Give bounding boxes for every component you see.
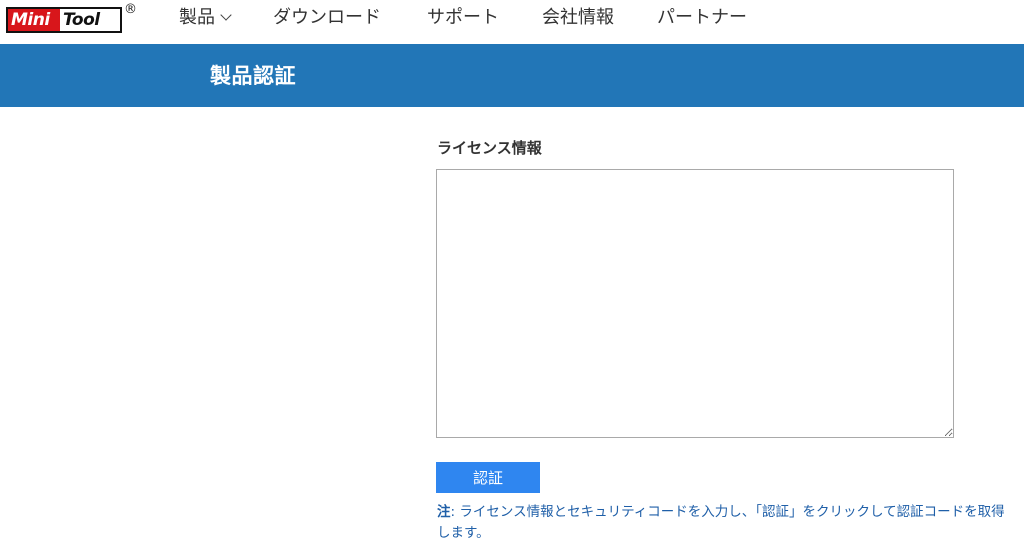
- nav-item-label: サポート: [427, 7, 499, 28]
- logo-mini-text: Mini: [8, 9, 60, 31]
- note-text: 注: ライセンス情報とセキュリティコードを入力し、「認証」をクリックして認証コー…: [437, 502, 1017, 544]
- nav-item-label: 会社情報: [542, 7, 614, 28]
- minitool-logo[interactable]: Mini Tool ®: [6, 2, 138, 33]
- registered-mark: ®: [124, 2, 137, 17]
- license-info-label: ライセンス情報: [437, 139, 542, 157]
- nav-item-label: 製品: [179, 7, 215, 28]
- license-info-textarea[interactable]: [436, 169, 954, 438]
- nav-item-company[interactable]: 会社情報: [542, 6, 614, 30]
- top-navigation: Mini Tool ® 製品 ダウンロード サポート 会社情報 パートナー: [0, 0, 1024, 44]
- authenticate-button[interactable]: 認証: [436, 462, 540, 493]
- nav-item-label: ダウンロード: [273, 7, 381, 28]
- chevron-down-icon: [220, 9, 232, 21]
- nav-item-partners[interactable]: パートナー: [657, 6, 747, 30]
- note-body: ライセンス情報とセキュリティコードを入力し、「認証」をクリックして認証コードを取…: [437, 504, 1005, 541]
- nav-item-support[interactable]: サポート: [427, 6, 499, 30]
- logo-tool-text: Tool: [60, 9, 120, 31]
- logo-box: Mini Tool: [6, 7, 122, 33]
- nav-item-label: パートナー: [657, 7, 747, 28]
- note-label: 注: [437, 504, 451, 520]
- page-title: 製品認証: [210, 64, 296, 88]
- nav-item-products[interactable]: 製品: [179, 6, 232, 30]
- nav-item-download[interactable]: ダウンロード: [273, 6, 381, 30]
- page-banner: 製品認証: [0, 44, 1024, 107]
